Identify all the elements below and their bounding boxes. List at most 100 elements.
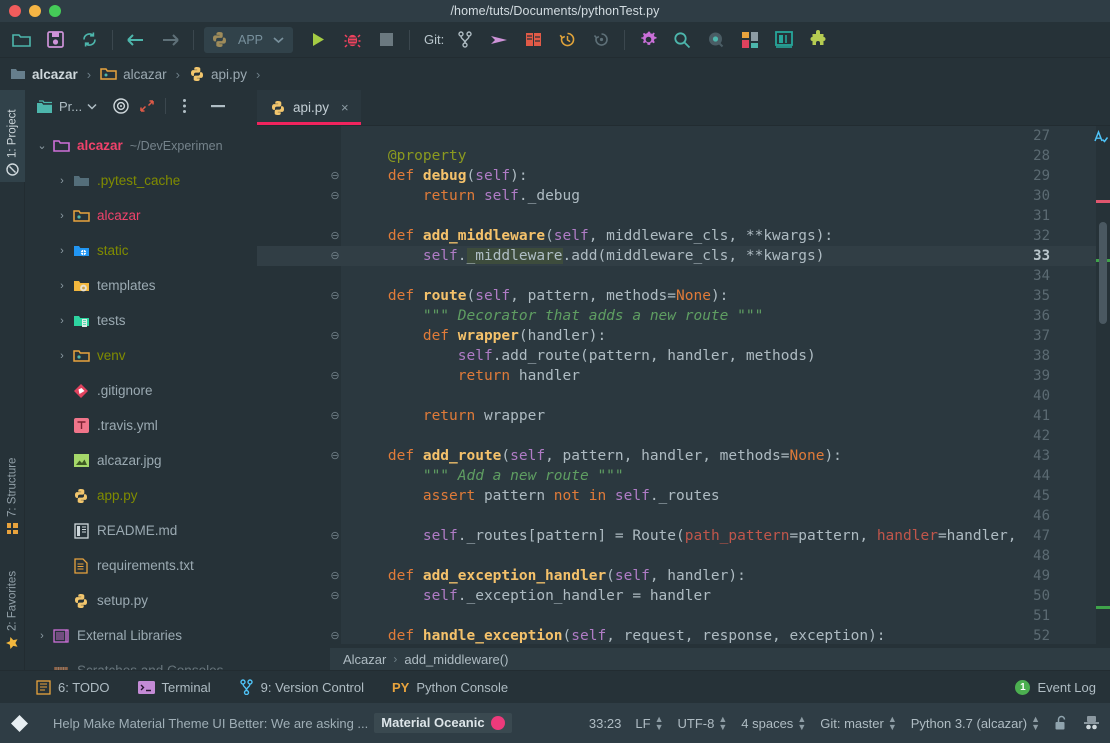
tree-row-venv[interactable]: › venv [25, 338, 257, 373]
database-icon[interactable] [767, 23, 801, 57]
breadcrumb-item-project[interactable]: alcazar [8, 67, 80, 82]
code-line[interactable]: 33⊖ self._middleware.add(middleware_cls,… [257, 246, 1110, 266]
expand-twisty[interactable]: ⌄ [33, 139, 51, 152]
bottom-tab-todo[interactable]: 6: TODO [36, 680, 110, 695]
tree-row-setup-py[interactable]: setup.py [25, 583, 257, 618]
fold-marker[interactable]: ⊖ [329, 446, 341, 466]
code-text[interactable]: def wrapper(handler): [341, 326, 606, 346]
code-line[interactable]: 46 [257, 506, 1110, 526]
code-text[interactable]: return wrapper [341, 406, 545, 426]
code-line[interactable]: 35⊖ def route(self, pattern, methods=Non… [257, 286, 1110, 306]
fold-marker[interactable]: ⊖ [329, 286, 341, 306]
back-arrow-icon[interactable] [119, 23, 153, 57]
hide-icon[interactable] [205, 93, 231, 119]
rollback-icon[interactable] [584, 23, 618, 57]
bottom-tab-python-console[interactable]: PY Python Console [392, 680, 508, 695]
lock-open-icon[interactable] [1054, 715, 1069, 731]
tree-row-pytest-cache[interactable]: › .pytest_cache [25, 163, 257, 198]
inspector-hat-icon[interactable] [1083, 715, 1100, 731]
sidebar-item-favorites[interactable]: 2: Favorites [0, 540, 25, 650]
fold-marker[interactable]: ⊖ [329, 586, 341, 606]
code-text[interactable]: def route(self, pattern, methods=None): [341, 286, 728, 306]
code-text[interactable]: self._middleware.add(middleware_cls, **k… [341, 246, 824, 266]
run-icon[interactable] [301, 23, 335, 57]
code-text[interactable]: def add_middleware(self, middleware_cls,… [341, 226, 833, 246]
fold-marker[interactable]: ⊖ [329, 186, 341, 206]
line-separator-widget[interactable]: LF ▲▼ [635, 715, 663, 731]
expand-twisty[interactable]: › [53, 315, 71, 327]
code-text[interactable]: return self._debug [341, 186, 580, 206]
code-text[interactable]: """ Decorator that adds a new route """ [341, 306, 763, 326]
tree-row-gitignore[interactable]: .gitignore [25, 373, 257, 408]
breadcrumb-method[interactable]: add_middleware() [404, 652, 508, 667]
history-icon[interactable] [550, 23, 584, 57]
indent-widget[interactable]: 4 spaces ▲▼ [741, 715, 806, 731]
code-text[interactable]: return handler [341, 366, 580, 386]
code-line[interactable]: 37⊖ def wrapper(handler): [257, 326, 1110, 346]
code-line[interactable]: 34 [257, 266, 1110, 286]
fold-marker[interactable]: ⊖ [329, 226, 341, 246]
expand-twisty[interactable]: › [53, 245, 71, 257]
run-configuration-selector[interactable]: APP [204, 27, 293, 53]
code-text[interactable]: def add_route(self, pattern, handler, me… [341, 446, 842, 466]
code-line[interactable]: 42 [257, 426, 1110, 446]
code-text[interactable]: @property [341, 146, 467, 166]
diff-icon[interactable] [516, 23, 550, 57]
search-everywhere-icon[interactable] [699, 23, 733, 57]
code-line[interactable]: 31 [257, 206, 1110, 226]
code-line[interactable]: 50⊖ self._exception_handler = handler [257, 586, 1110, 606]
code-line[interactable]: 36 """ Decorator that adds a new route "… [257, 306, 1110, 326]
sync-icon[interactable] [72, 23, 106, 57]
tree-row-tests[interactable]: › tests [25, 303, 257, 338]
code-line[interactable]: 28 @property [257, 146, 1110, 166]
editor-tab-api-py[interactable]: api.py × [257, 90, 361, 125]
stop-icon[interactable] [369, 23, 403, 57]
project-tree[interactable]: ⌄ alcazar ~/DevExperimen › .pytest_cache… [25, 122, 257, 670]
open-folder-icon[interactable] [4, 23, 38, 57]
fold-marker[interactable]: ⊖ [329, 246, 341, 266]
debug-icon[interactable] [335, 23, 369, 57]
tree-row-travis[interactable]: .travis.yml [25, 408, 257, 443]
fold-marker[interactable]: ⊖ [329, 406, 341, 426]
encoding-widget[interactable]: UTF-8 ▲▼ [678, 715, 728, 731]
tree-row-project-root[interactable]: ⌄ alcazar ~/DevExperimen [25, 128, 257, 163]
interpreter-widget[interactable]: Python 3.7 (alcazar) ▲▼ [911, 715, 1040, 731]
close-tab-icon[interactable]: × [341, 100, 349, 115]
code-line[interactable]: 38 self.add_route(pattern, handler, meth… [257, 346, 1110, 366]
sidebar-item-project[interactable]: 1: Project [0, 90, 25, 182]
tree-row-scratches[interactable]: Scratches and Consoles [25, 653, 257, 670]
code-text[interactable]: self.add_route(pattern, handler, methods… [341, 346, 816, 366]
code-text[interactable]: """ Add a new route """ [341, 466, 624, 486]
settings-gear-icon[interactable] [631, 23, 665, 57]
code-line[interactable]: 29⊖ def debug(self): [257, 166, 1110, 186]
code-text[interactable]: assert pattern not in self._routes [341, 486, 720, 506]
event-log-button[interactable]: 1 Event Log [1015, 680, 1096, 695]
fold-marker[interactable]: ⊖ [329, 326, 341, 346]
code-line[interactable]: 27 [257, 126, 1110, 146]
code-line[interactable]: 40 [257, 386, 1110, 406]
forward-arrow-icon[interactable] [153, 23, 187, 57]
code-text[interactable]: self._exception_handler = handler [341, 586, 711, 606]
editor-scrollbar-thumb[interactable] [1099, 222, 1107, 324]
error-marker[interactable] [1096, 200, 1110, 203]
bottom-tab-terminal[interactable]: Terminal [138, 680, 211, 695]
breadcrumb-class[interactable]: Alcazar [343, 652, 386, 667]
change-marker-2[interactable] [1096, 606, 1110, 609]
theme-chip[interactable]: Material Oceanic [374, 713, 511, 733]
editor-marker-gutter[interactable] [1096, 126, 1110, 644]
fold-marker[interactable]: ⊖ [329, 526, 341, 546]
tree-row-alcazar-package[interactable]: › alcazar [25, 198, 257, 233]
fold-marker[interactable]: ⊖ [329, 626, 341, 644]
git-branch-widget[interactable]: Git: master ▲▼ [820, 715, 897, 731]
project-toolwindow-title[interactable]: Pr... [36, 99, 97, 114]
expand-twisty[interactable]: › [53, 175, 71, 187]
tree-row-templates[interactable]: › templates [25, 268, 257, 303]
tree-row-requirements[interactable]: requirements.txt [25, 548, 257, 583]
code-line[interactable]: 32⊖ def add_middleware(self, middleware_… [257, 226, 1110, 246]
more-options-icon[interactable] [171, 93, 197, 119]
caret-position[interactable]: 33:23 [589, 716, 622, 731]
expand-twisty[interactable]: › [53, 210, 71, 222]
fold-marker[interactable]: ⊖ [329, 166, 341, 186]
code-text[interactable]: self._routes[pattern] = Route(path_patte… [341, 526, 1017, 546]
inspections-widget-icon[interactable] [1094, 130, 1108, 147]
